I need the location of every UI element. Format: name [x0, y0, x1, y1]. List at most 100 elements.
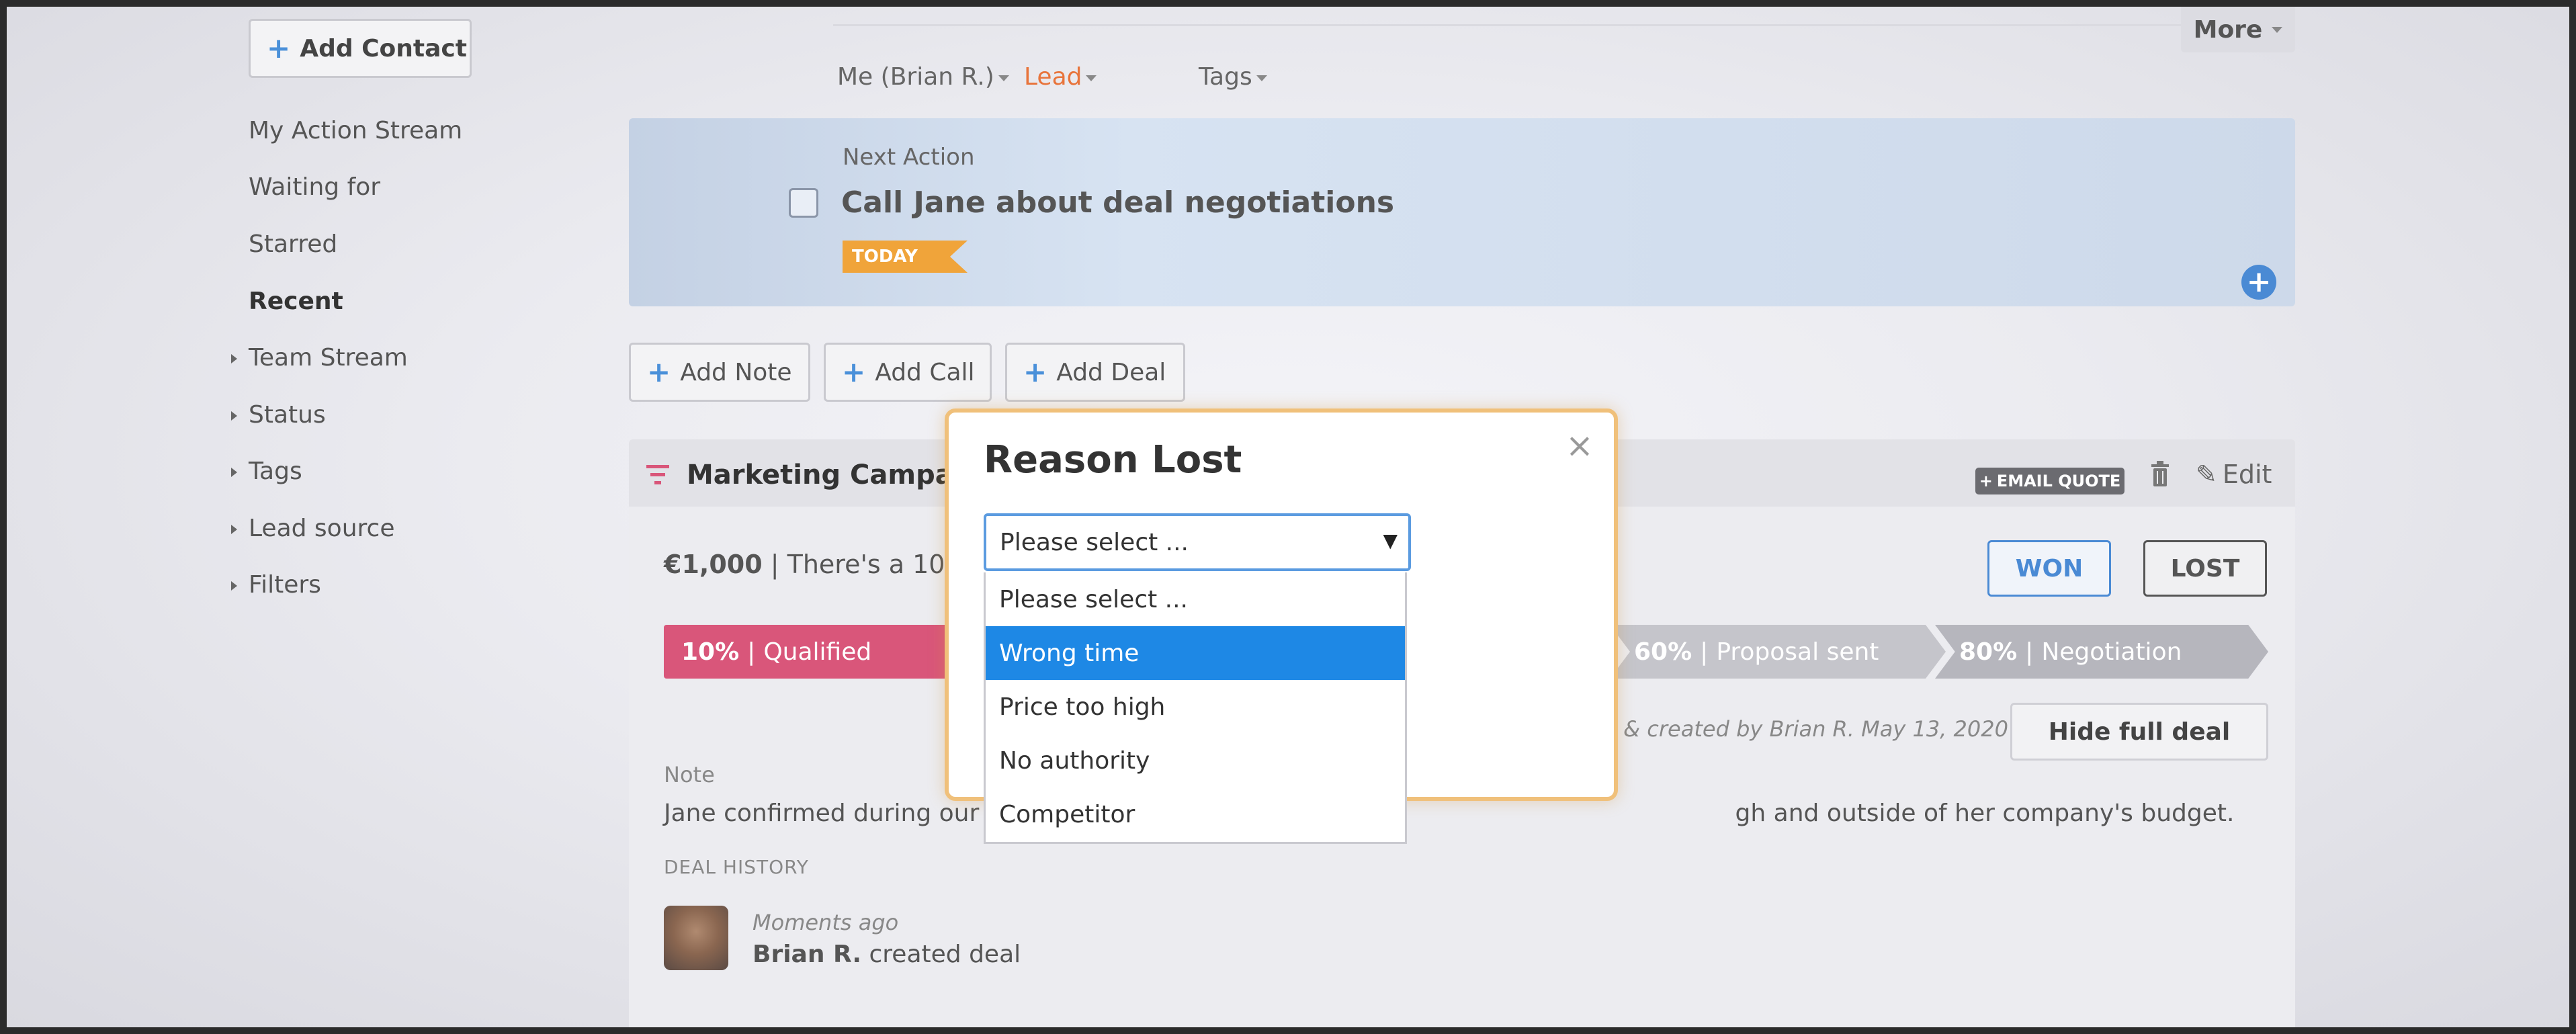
- chevron-down-icon: [2272, 26, 2283, 33]
- owner-label: Me (Brian R.): [837, 63, 994, 91]
- select-value: Please select ...: [1000, 528, 1189, 556]
- avatar: [664, 906, 728, 970]
- option-no-authority[interactable]: No authority: [986, 734, 1405, 787]
- plus-icon: +: [647, 355, 671, 388]
- note-text-start: Jane confirmed during our c: [664, 800, 1000, 827]
- plus-icon: +: [1979, 472, 1993, 490]
- expand-caret-icon: [231, 581, 237, 591]
- add-contact-button[interactable]: + Add Contact: [249, 19, 472, 78]
- deal-probability: | There's a 10%: [762, 550, 970, 579]
- reason-select[interactable]: Please select ... ▼: [984, 513, 1411, 571]
- modal-title: Reason Lost: [984, 438, 1242, 482]
- sidebar-item-label: My Action Stream: [249, 117, 463, 144]
- stage-proposal-sent[interactable]: 60% | Proposal sent: [1610, 625, 1946, 679]
- chevron-down-icon: [998, 75, 1009, 81]
- sidebar-item-status[interactable]: Status: [231, 401, 326, 429]
- add-deal-label: Add Deal: [1056, 358, 1166, 386]
- plus-icon: +: [267, 32, 291, 64]
- more-label: More: [2193, 15, 2263, 44]
- tags-label: Tags: [1199, 63, 1252, 91]
- chevron-down-icon: [1086, 75, 1097, 81]
- edit-label: Edit: [2222, 460, 2272, 489]
- sidebar-item-label: Filters: [249, 571, 321, 599]
- header-divider: [833, 24, 2190, 26]
- stage-name: Qualified: [763, 638, 872, 666]
- expand-caret-icon: [231, 411, 237, 421]
- note-text: Jane confirmed during our c gh and outsid…: [664, 800, 2234, 827]
- option-please-select[interactable]: Please select ...: [986, 572, 1405, 626]
- next-action-checkbox[interactable]: [789, 188, 818, 218]
- app-frame: + Add Contact My Action Stream Waiting f…: [7, 7, 2569, 1027]
- more-button[interactable]: More: [2181, 7, 2295, 52]
- add-note-button[interactable]: + Add Note: [629, 343, 810, 402]
- add-note-label: Add Note: [680, 358, 792, 386]
- sidebar-item-label: Waiting for: [249, 173, 381, 201]
- next-action-title[interactable]: Call Jane about deal negotiations: [841, 185, 1394, 220]
- add-action-button[interactable]: +: [2241, 265, 2276, 300]
- sidebar-item-label: Starred: [249, 230, 338, 258]
- edit-button[interactable]: ✎ Edit: [2196, 460, 2272, 489]
- close-icon[interactable]: ×: [1565, 429, 1594, 462]
- stage-pct: 60%: [1634, 638, 1692, 666]
- expand-caret-icon: [231, 468, 237, 477]
- lost-button[interactable]: LOST: [2143, 540, 2267, 597]
- history-time: Moments ago: [753, 910, 899, 935]
- sidebar-item-label: Tags: [249, 458, 302, 485]
- funnel-icon: [646, 465, 669, 484]
- plus-icon: +: [1023, 355, 1047, 388]
- note-text-end: gh and outside of her company's budget.: [1735, 800, 2235, 827]
- sidebar-item-waiting-for[interactable]: Waiting for: [249, 173, 380, 201]
- sidebar-item-starred[interactable]: Starred: [249, 230, 337, 258]
- stage-sep: |: [2025, 638, 2034, 666]
- sidebar-item-lead-source[interactable]: Lead source: [231, 515, 395, 542]
- stage-sep: |: [747, 638, 756, 666]
- add-call-label: Add Call: [875, 358, 975, 386]
- sidebar-item-recent[interactable]: Recent: [249, 288, 343, 315]
- email-quote-button[interactable]: + EMAIL QUOTE: [1975, 468, 2124, 494]
- deal-value: €1,000 | There's a 10%: [664, 550, 970, 579]
- stage-pct: 10%: [681, 638, 740, 666]
- hide-full-deal-button[interactable]: Hide full deal: [2010, 703, 2268, 761]
- email-quote-label: EMAIL QUOTE: [1996, 472, 2121, 490]
- option-price-too-high[interactable]: Price too high: [986, 680, 1405, 734]
- sidebar-item-label: Lead source: [249, 515, 395, 542]
- add-call-button[interactable]: + Add Call: [824, 343, 992, 402]
- sidebar-item-my-action-stream[interactable]: My Action Stream: [249, 117, 462, 144]
- stage-sep: |: [1700, 638, 1709, 666]
- next-action-label: Next Action: [843, 144, 975, 171]
- owner-dropdown[interactable]: Me (Brian R.): [837, 63, 1009, 91]
- next-action-panel: Next Action Call Jane about deal negotia…: [629, 118, 2295, 306]
- plus-icon: +: [842, 355, 866, 388]
- option-competitor[interactable]: Competitor: [986, 787, 1405, 841]
- tags-dropdown[interactable]: Tags: [1199, 63, 1267, 91]
- stage-pct: 80%: [1959, 638, 2018, 666]
- trash-icon[interactable]: [2150, 461, 2170, 488]
- history-action: created deal: [861, 941, 1021, 968]
- sidebar-item-tags[interactable]: Tags: [231, 458, 302, 485]
- status-label: Lead: [1024, 63, 1082, 91]
- option-wrong-time[interactable]: Wrong time: [986, 626, 1405, 680]
- history-entry: Brian R. created deal: [753, 941, 1021, 968]
- history-user: Brian R.: [753, 941, 862, 968]
- chevron-down-icon: [1256, 75, 1267, 81]
- expand-caret-icon: [231, 354, 237, 363]
- stage-negotiation[interactable]: 80% | Negotiation: [1935, 625, 2268, 679]
- sidebar-item-label: Recent: [249, 288, 343, 315]
- add-deal-button[interactable]: + Add Deal: [1005, 343, 1185, 402]
- sidebar-item-label: Team Stream: [249, 344, 408, 372]
- pencil-icon: ✎: [2196, 460, 2217, 489]
- today-badge: TODAY: [843, 241, 968, 273]
- sidebar-item-team-stream[interactable]: Team Stream: [231, 344, 408, 372]
- expand-caret-icon: [231, 525, 237, 534]
- status-dropdown[interactable]: Lead: [1024, 63, 1097, 91]
- stage-name: Proposal sent: [1716, 638, 1879, 666]
- sidebar-item-label: Status: [249, 401, 326, 429]
- deal-history-label: DEAL HISTORY: [664, 856, 809, 878]
- stage-name: Negotiation: [2041, 638, 2182, 666]
- stage-qualified[interactable]: 10% | Qualified: [664, 625, 946, 679]
- won-button[interactable]: WON: [1987, 540, 2111, 597]
- reason-options-list: Please select ... Wrong time Price too h…: [984, 572, 1407, 844]
- add-contact-label: Add Contact: [300, 34, 467, 62]
- sidebar-item-filters[interactable]: Filters: [231, 571, 321, 599]
- created-info: ed & created by Brian R. May 13, 2020: [1590, 716, 2008, 742]
